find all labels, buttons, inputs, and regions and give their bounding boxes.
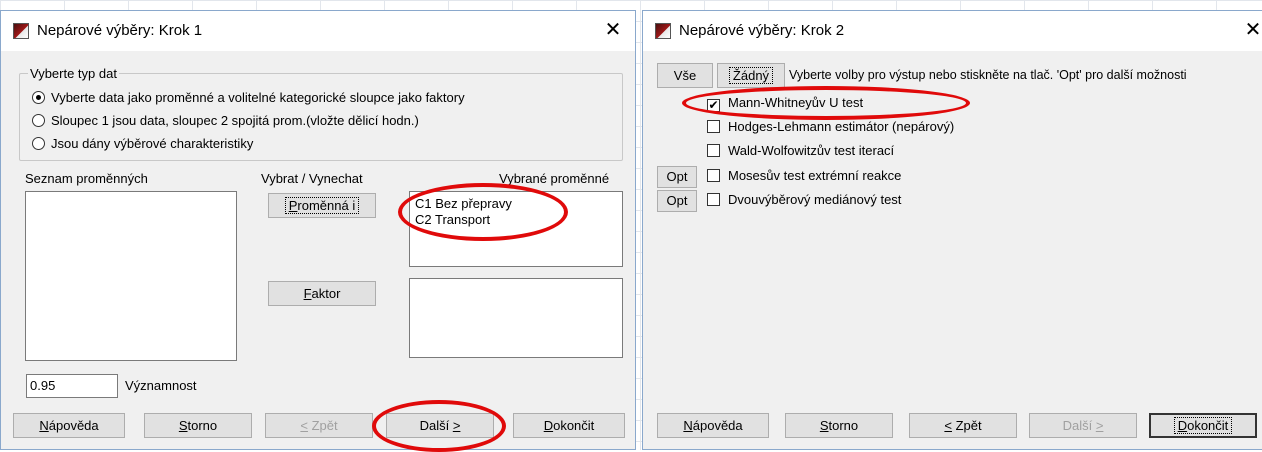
radio-label: Sloupec 1 jsou data, sloupec 2 spojitá p… (51, 113, 419, 128)
title-bar: Nepárové výběry: Krok 2 ✕ (643, 11, 1262, 51)
significance-label: Významnost (125, 378, 197, 393)
dialog-step-1: Nepárové výběry: Krok 1 ✕ Vyberte typ da… (0, 10, 636, 450)
select-none-button[interactable]: Žádný (717, 63, 785, 88)
radio-option-split-column[interactable]: Sloupec 1 jsou data, sloupec 2 spojitá p… (32, 113, 419, 131)
option-label: Mosesův test extrémní reakce (728, 168, 902, 183)
test-option-median[interactable]: Dvouvýběrový mediánový test (707, 192, 901, 210)
test-option-mann-whitney[interactable]: ✔ Mann-Whitneyův U test (707, 95, 863, 113)
option-label: Mann-Whitneyův U test (728, 95, 864, 110)
list-item[interactable]: C1 Bez přepravy (415, 196, 512, 211)
dialog-title: Nepárové výběry: Krok 1 (37, 22, 203, 39)
radio-selected-dot (36, 95, 41, 100)
next-button[interactable]: Další > (386, 413, 494, 438)
dialog-title: Nepárové výběry: Krok 2 (679, 22, 845, 39)
app-icon (13, 23, 29, 39)
radio-option-summary-stats[interactable]: Jsou dány výběrové charakteristiky (32, 136, 253, 154)
help-button[interactable]: Nápověda (657, 413, 769, 438)
close-icon[interactable]: ✕ (1241, 17, 1262, 42)
factor-list[interactable] (409, 278, 623, 358)
radio-button[interactable] (32, 91, 45, 104)
option-label: Dvouvýběrový mediánový test (728, 192, 902, 207)
factor-button[interactable]: Faktor (268, 281, 376, 306)
instruction-text: Vyberte volby pro výstup nebo stiskněte … (789, 68, 1187, 82)
cancel-button[interactable]: Storno (144, 413, 252, 438)
option-label: Hodges-Lehmann estimátor (nepárový) (728, 119, 955, 134)
list-item[interactable]: C2 Transport (415, 212, 490, 227)
help-button[interactable]: Nápověda (13, 413, 125, 438)
group-legend: Vyberte typ dat (28, 66, 119, 81)
radio-button[interactable] (32, 137, 45, 150)
checkbox[interactable] (707, 120, 720, 133)
dialog-step-2: Nepárové výběry: Krok 2 ✕ Vše Žádný Vybe… (642, 10, 1262, 450)
check-icon: ✔ (708, 98, 719, 112)
variable-list[interactable] (25, 191, 237, 361)
finish-button[interactable]: Dokončit (513, 413, 625, 438)
checkbox[interactable]: ✔ (707, 99, 720, 112)
select-all-button[interactable]: Vše (657, 63, 713, 88)
radio-button[interactable] (32, 114, 45, 127)
title-bar: Nepárové výběry: Krok 1 ✕ (1, 11, 635, 51)
radio-option-variables[interactable]: Vyberte data jako proměnné a volitelné k… (32, 90, 465, 108)
test-option-hodges-lehmann[interactable]: Hodges-Lehmann estimátor (nepárový) (707, 119, 954, 137)
cancel-button[interactable]: Storno (785, 413, 893, 438)
opt-button-median[interactable]: Opt (657, 190, 697, 212)
close-icon[interactable]: ✕ (601, 17, 625, 42)
checkbox[interactable] (707, 144, 720, 157)
variable-list-label: Seznam proměnných (25, 171, 148, 186)
checkbox[interactable] (707, 169, 720, 182)
back-button[interactable]: < Zpět (909, 413, 1017, 438)
selected-variables-label: Vybrané proměnné (499, 171, 610, 186)
select-omit-label: Vybrat / Vynechat (261, 171, 363, 186)
checkbox[interactable] (707, 193, 720, 206)
variable-button[interactable]: Proměnná i (268, 193, 376, 218)
app-icon (655, 23, 671, 39)
next-button[interactable]: Další > (1029, 413, 1137, 438)
option-label: Wald-Wolfowitzův test iterací (728, 143, 895, 158)
test-option-wald-wolfowitz[interactable]: Wald-Wolfowitzův test iterací (707, 143, 894, 161)
test-option-moses[interactable]: Mosesův test extrémní reakce (707, 168, 901, 186)
back-button[interactable]: < Zpět (265, 413, 373, 438)
finish-button[interactable]: Dokončit (1149, 413, 1257, 438)
radio-label: Jsou dány výběrové charakteristiky (51, 136, 254, 151)
selected-variables-list[interactable]: C1 Bez přepravy C2 Transport (409, 191, 623, 267)
opt-button-moses[interactable]: Opt (657, 166, 697, 188)
radio-label: Vyberte data jako proměnné a volitelné k… (51, 90, 465, 105)
significance-input[interactable]: 0.95 (26, 374, 118, 398)
data-type-group: Vyberte typ dat Vyberte data jako proměn… (19, 66, 623, 161)
